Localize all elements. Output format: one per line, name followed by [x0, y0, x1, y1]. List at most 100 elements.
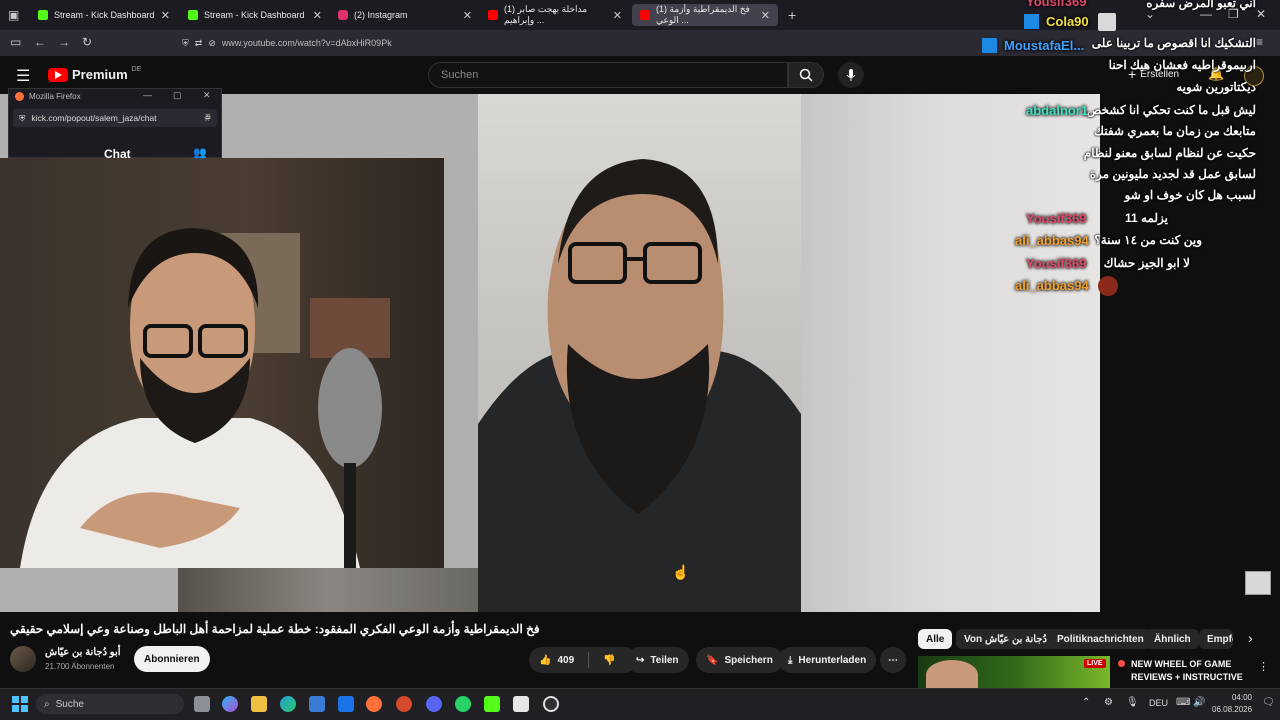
- minimize-button[interactable]: —: [143, 90, 152, 100]
- close-tab-icon[interactable]: ✕: [761, 9, 770, 22]
- chip-politics-news[interactable]: Politiknachrichten: [1049, 629, 1152, 649]
- reload-icon[interactable]: ↻: [82, 35, 92, 49]
- volume-icon[interactable]: 🔊: [1193, 697, 1205, 708]
- tab-kick-2[interactable]: Stream - Kick Dashboard ✕: [180, 4, 330, 26]
- page-info-icon[interactable]: ⊘: [208, 38, 216, 49]
- channel-avatar[interactable]: [10, 646, 36, 672]
- store-icon[interactable]: [309, 696, 325, 712]
- menu-icon[interactable]: ≡: [205, 112, 211, 123]
- close-tab-icon[interactable]: ✕: [613, 9, 622, 22]
- chat-message: لا ابو الجيز حشاك: [1103, 256, 1190, 270]
- more-actions-button[interactable]: ⋯: [880, 647, 906, 673]
- close-tab-icon[interactable]: ✕: [313, 9, 322, 22]
- youtube-icon: [640, 10, 650, 20]
- subscribe-button[interactable]: Abonnieren: [134, 646, 210, 672]
- host-camera-feed: [0, 158, 444, 568]
- mail-icon[interactable]: [338, 696, 354, 712]
- chat-message: التشكيك انا اقصوص ما تربينا على: [1091, 36, 1256, 50]
- gift-badge-icon: [1024, 14, 1039, 29]
- firefox-icon[interactable]: [366, 696, 382, 712]
- save-button[interactable]: 🔖 Speichern: [696, 647, 783, 673]
- back-icon[interactable]: ←: [34, 35, 46, 49]
- users-icon[interactable]: 👥: [193, 146, 207, 159]
- edge-icon[interactable]: [280, 696, 296, 712]
- url-text: www.youtube.com/watch?v=dAbxHiR09Pk: [221, 38, 392, 48]
- share-button[interactable]: ↪ Teilen: [626, 647, 689, 673]
- tab-list-icon[interactable]: ▣: [8, 8, 19, 22]
- notification-center-icon[interactable]: 🗨: [1262, 697, 1275, 708]
- bookmark-icon: 🔖: [706, 654, 719, 666]
- thumbnail-face: [926, 660, 978, 688]
- chip-similar[interactable]: Ähnlich: [1146, 629, 1199, 649]
- tab-instagram[interactable]: (2) Instagram ✕: [330, 4, 480, 26]
- chat-username: Yousif369: [1026, 211, 1087, 226]
- search-button[interactable]: [788, 62, 824, 88]
- instagram-icon: [338, 10, 348, 20]
- youtube-logo[interactable]: Premium DE: [48, 66, 141, 82]
- search-icon: [799, 68, 813, 82]
- whatsapp-icon[interactable]: [455, 696, 471, 712]
- chevron-right-icon[interactable]: ›: [1248, 630, 1253, 646]
- permissions-icon[interactable]: ⇄: [195, 38, 203, 49]
- chip-all[interactable]: Alle: [918, 629, 953, 649]
- youtube-icon: [488, 10, 498, 20]
- address-bar[interactable]: ⛨ ⇄ ⊘ www.youtube.com/watch?v=dAbxHiR09P…: [178, 33, 978, 53]
- thumbs-down-icon: 👎: [603, 654, 616, 666]
- chat-message: اني تعبو المرض سفره: [1146, 0, 1256, 10]
- sidebar-icon[interactable]: ▭: [10, 35, 21, 49]
- maximize-button[interactable]: ▢: [173, 90, 182, 101]
- chat-username: MoustafaEl...: [1004, 38, 1085, 53]
- live-dot-icon: [1118, 660, 1125, 667]
- voice-search-button[interactable]: [838, 62, 864, 88]
- chat-message: اربيموقراطيه فعشان هيك احنا: [1108, 58, 1256, 72]
- window-app-icon[interactable]: [513, 696, 529, 712]
- tab-kick-1[interactable]: Stream - Kick Dashboard ✕: [30, 4, 178, 26]
- discord-icon[interactable]: [426, 696, 442, 712]
- forward-icon[interactable]: →: [58, 35, 70, 49]
- close-tab-icon[interactable]: ✕: [161, 9, 170, 22]
- popout-window-title: Mozilla Firefox: [29, 92, 81, 101]
- like-button[interactable]: 👍 409: [539, 655, 574, 666]
- clock-time[interactable]: 04:00: [1230, 693, 1252, 702]
- taskbar-search[interactable]: ⌕ Suche: [36, 694, 184, 714]
- tray-icon[interactable]: ⚙: [1104, 697, 1113, 708]
- guest-figure: [478, 94, 801, 612]
- copilot-icon[interactable]: [222, 696, 238, 712]
- file-explorer-icon[interactable]: [251, 696, 267, 712]
- kick-icon: [38, 10, 48, 20]
- download-button[interactable]: ⤓ Herunterladen: [778, 647, 877, 673]
- youtube-play-icon: [48, 67, 68, 82]
- firefox-popout-window[interactable]: Mozilla Firefox — ▢ ✕ ⛨ kick.com/popout/…: [8, 88, 222, 161]
- hamburger-icon[interactable]: ☰: [16, 66, 30, 86]
- microphone-icon: [846, 69, 856, 81]
- chat-username: Cola90: [1046, 14, 1089, 29]
- chevron-up-icon[interactable]: ⌃: [1082, 697, 1090, 708]
- search-input[interactable]: Suchen: [428, 62, 788, 88]
- close-tab-icon[interactable]: ✕: [463, 9, 472, 22]
- shield-icon[interactable]: ⛨: [182, 38, 189, 49]
- chat-message: وين كنت من ١٤ سنة؟: [1094, 233, 1202, 247]
- task-view-icon[interactable]: [194, 696, 210, 712]
- chip-recommended[interactable]: Empfe: [1199, 629, 1233, 649]
- kick-icon: [188, 10, 198, 20]
- tab-youtube-1[interactable]: (1) مداخلة بهجت صابر وإبراهيم ... ✕: [480, 4, 630, 26]
- network-icon[interactable]: ⌨: [1176, 697, 1190, 708]
- shield-icon[interactable]: ⛨: [19, 113, 25, 124]
- like-count: 409: [557, 654, 575, 666]
- windows-start-icon[interactable]: [12, 696, 28, 712]
- live-badge: LIVE: [1084, 659, 1106, 668]
- clock-date[interactable]: 06.08.2026: [1212, 705, 1252, 714]
- dislike-button[interactable]: 👎: [603, 655, 615, 666]
- microphone-icon[interactable]: 🎙: [1126, 697, 1139, 708]
- chat-message: ليش قبل ما كنت تحكي انا كشخص: [1086, 103, 1256, 117]
- kick-app-icon[interactable]: [484, 696, 500, 712]
- app-icon[interactable]: [396, 696, 412, 712]
- new-tab-button[interactable]: +: [788, 7, 796, 23]
- channel-name[interactable]: أبو دُجانة بن عيّاش: [45, 647, 121, 658]
- close-window-button[interactable]: ✕: [203, 90, 211, 101]
- recommended-thumbnail[interactable]: [918, 656, 1110, 688]
- more-vertical-icon[interactable]: ⋮: [1258, 660, 1269, 673]
- obs-icon[interactable]: [543, 696, 559, 712]
- tab-youtube-active[interactable]: (1) فخ الديمقراطية وأزمة الوعي ... ✕: [632, 4, 778, 26]
- language-indicator[interactable]: DEU: [1149, 698, 1168, 708]
